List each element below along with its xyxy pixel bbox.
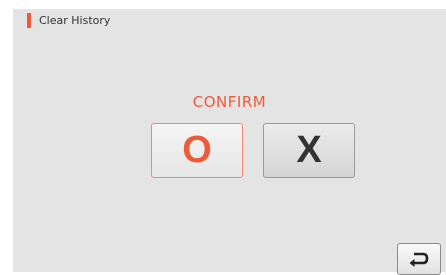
title-bar: Clear History	[27, 9, 110, 31]
confirm-prompt: CONFIRM	[192, 93, 267, 111]
confirm-no-label: X	[296, 129, 322, 171]
title-accent-bar	[27, 12, 31, 28]
screen: Clear History CONFIRM O X	[13, 9, 446, 275]
confirm-no-button[interactable]: X	[263, 123, 355, 178]
back-button[interactable]	[397, 243, 441, 275]
confirm-yes-label: O	[182, 129, 212, 171]
page-title: Clear History	[39, 13, 111, 27]
return-arrow-icon	[409, 252, 429, 267]
confirm-yes-button[interactable]: O	[151, 123, 243, 178]
